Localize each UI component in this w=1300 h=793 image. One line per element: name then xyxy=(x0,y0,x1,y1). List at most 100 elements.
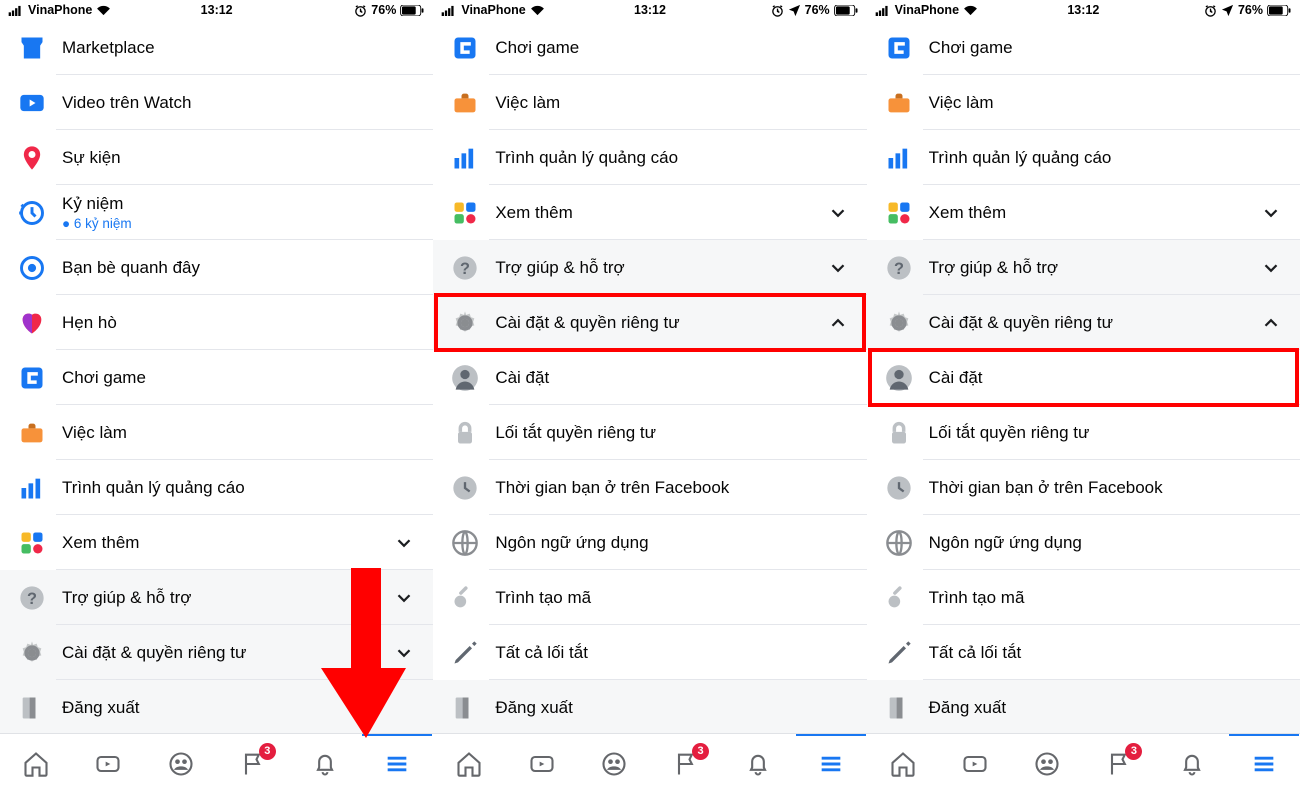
settings-icon xyxy=(885,309,913,337)
alarm-icon xyxy=(771,4,784,17)
menu-item-help[interactable]: Trợ giúp & hỗ trợ xyxy=(433,240,866,295)
alarm-icon xyxy=(1204,4,1217,17)
menu-item-logout[interactable]: Đăng xuất xyxy=(433,680,866,733)
menu-item-sublabel: ● 6 kỷ niệm xyxy=(62,216,415,231)
tab-groups[interactable] xyxy=(1030,747,1064,781)
menu-item-label: Trình tạo mã xyxy=(929,588,1282,608)
menu-item-label: Việc làm xyxy=(495,93,848,113)
menu-item-label: Chơi game xyxy=(929,38,1282,58)
menu-item-settings[interactable]: Cài đặt & quyền riêng tư xyxy=(0,625,433,680)
menu-item-label: Trình quản lý quảng cáo xyxy=(929,148,1282,168)
tab-home[interactable] xyxy=(452,747,486,781)
menu-item-label: Xem thêm xyxy=(495,203,826,223)
notification-badge: 3 xyxy=(1125,743,1142,760)
menu-item-key[interactable]: Trình tạo mã xyxy=(867,570,1300,625)
menu-item-label: Cài đặt & quyền riêng tư xyxy=(495,313,826,333)
menu-item-gaming[interactable]: Chơi game xyxy=(0,350,433,405)
tab-home[interactable] xyxy=(19,747,53,781)
menu-item-logout[interactable]: Đăng xuất xyxy=(0,680,433,733)
menu-item-clock[interactable]: Thời gian bạn ở trên Facebook xyxy=(433,460,866,515)
menu-item-seemore[interactable]: Xem thêm xyxy=(433,185,866,240)
chevron-down-icon xyxy=(393,642,415,664)
menu-item-help[interactable]: Trợ giúp & hỗ trợ xyxy=(867,240,1300,295)
home-tab-icon xyxy=(889,750,917,778)
menu-item-settings[interactable]: Cài đặt & quyền riêng tư xyxy=(433,295,866,350)
menu-list: Chơi game Việc làm Trình quản lý quảng cáo… xyxy=(433,20,866,733)
menu-item-logout[interactable]: Đăng xuất xyxy=(867,680,1300,733)
menu-item-label: Đăng xuất xyxy=(929,698,1282,718)
menu-item-pencil[interactable]: Tất cả lối tắt xyxy=(867,625,1300,680)
menu-item-seemore[interactable]: Xem thêm xyxy=(0,515,433,570)
menu-item-ads[interactable]: Trình quản lý quảng cáo xyxy=(867,130,1300,185)
menu-item-jobs[interactable]: Việc làm xyxy=(433,75,866,130)
pencil-icon xyxy=(885,639,913,667)
menu-item-ads[interactable]: Trình quản lý quảng cáo xyxy=(0,460,433,515)
tab-bell[interactable] xyxy=(741,747,775,781)
tab-menu[interactable] xyxy=(814,747,848,781)
tab-watch[interactable] xyxy=(525,747,559,781)
menu-item-label: Việc làm xyxy=(929,93,1282,113)
menu-item-key[interactable]: Trình tạo mã xyxy=(433,570,866,625)
jobs-icon xyxy=(451,89,479,117)
menu-item-help[interactable]: Trợ giúp & hỗ trợ xyxy=(0,570,433,625)
menu-item-globe[interactable]: Ngôn ngữ ứng dụng xyxy=(433,515,866,570)
jobs-icon xyxy=(885,89,913,117)
tab-home[interactable] xyxy=(886,747,920,781)
tab-menu[interactable] xyxy=(380,747,414,781)
menu-item-watch[interactable]: Video trên Watch xyxy=(0,75,433,130)
carrier: VinaPhone xyxy=(461,3,525,17)
menu-item-marketplace[interactable]: Marketplace xyxy=(0,20,433,75)
chevron-down-icon xyxy=(827,202,849,224)
menu-item-globe[interactable]: Ngôn ngữ ứng dụng xyxy=(867,515,1300,570)
tab-flag[interactable]: 3 xyxy=(236,747,270,781)
tab-groups[interactable] xyxy=(597,747,631,781)
menu-item-jobs[interactable]: Việc làm xyxy=(867,75,1300,130)
lock-icon xyxy=(885,419,913,447)
menu-item-jobs[interactable]: Việc làm xyxy=(0,405,433,460)
ads-icon xyxy=(885,144,913,172)
key-icon xyxy=(885,584,913,612)
menu-item-label: Việc làm xyxy=(62,423,415,443)
menu-item-settings[interactable]: Cài đặt & quyền riêng tư xyxy=(867,295,1300,350)
tab-flag[interactable]: 3 xyxy=(1102,747,1136,781)
menu-item-nearby[interactable]: Bạn bè quanh đây xyxy=(0,240,433,295)
tab-watch[interactable] xyxy=(958,747,992,781)
events-icon xyxy=(18,144,46,172)
menu-tab-icon xyxy=(817,750,845,778)
battery-pct: 76% xyxy=(805,3,830,17)
chevron-down-icon xyxy=(1260,257,1282,279)
tab-bell[interactable] xyxy=(1175,747,1209,781)
menu-item-gaming[interactable]: Chơi game xyxy=(433,20,866,75)
menu-item-ads[interactable]: Trình quản lý quảng cáo xyxy=(433,130,866,185)
help-icon xyxy=(18,584,46,612)
tab-groups[interactable] xyxy=(164,747,198,781)
alarm-icon xyxy=(354,4,367,17)
menu-item-memories[interactable]: Kỷ niệm● 6 kỷ niệm xyxy=(0,185,433,240)
menu-item-label: Cài đặt & quyền riêng tư xyxy=(62,643,393,663)
logout-icon xyxy=(18,694,46,722)
menu-item-gaming[interactable]: Chơi game xyxy=(867,20,1300,75)
menu-item-events[interactable]: Sự kiện xyxy=(0,130,433,185)
menu-item-person[interactable]: Cài đặt xyxy=(867,350,1300,405)
menu-item-label: Đăng xuất xyxy=(62,698,415,718)
bell-tab-icon xyxy=(744,750,772,778)
clock-icon xyxy=(451,474,479,502)
chevron-down-icon xyxy=(827,257,849,279)
notification-badge: 3 xyxy=(692,743,709,760)
menu-item-lock[interactable]: Lối tắt quyền riêng tư xyxy=(867,405,1300,460)
menu-item-pencil[interactable]: Tất cả lối tắt xyxy=(433,625,866,680)
nearby-icon xyxy=(18,254,46,282)
menu-item-label: Bạn bè quanh đây xyxy=(62,258,415,278)
person-icon xyxy=(885,364,913,392)
tab-flag[interactable]: 3 xyxy=(669,747,703,781)
menu-item-label: Trình quản lý quảng cáo xyxy=(62,478,415,498)
tab-watch[interactable] xyxy=(91,747,125,781)
menu-item-lock[interactable]: Lối tắt quyền riêng tư xyxy=(433,405,866,460)
menu-item-seemore[interactable]: Xem thêm xyxy=(867,185,1300,240)
menu-item-person[interactable]: Cài đặt xyxy=(433,350,866,405)
tab-menu[interactable] xyxy=(1247,747,1281,781)
menu-item-clock[interactable]: Thời gian bạn ở trên Facebook xyxy=(867,460,1300,515)
menu-item-dating[interactable]: Hẹn hò xyxy=(0,295,433,350)
globe-icon xyxy=(451,529,479,557)
tab-bell[interactable] xyxy=(308,747,342,781)
